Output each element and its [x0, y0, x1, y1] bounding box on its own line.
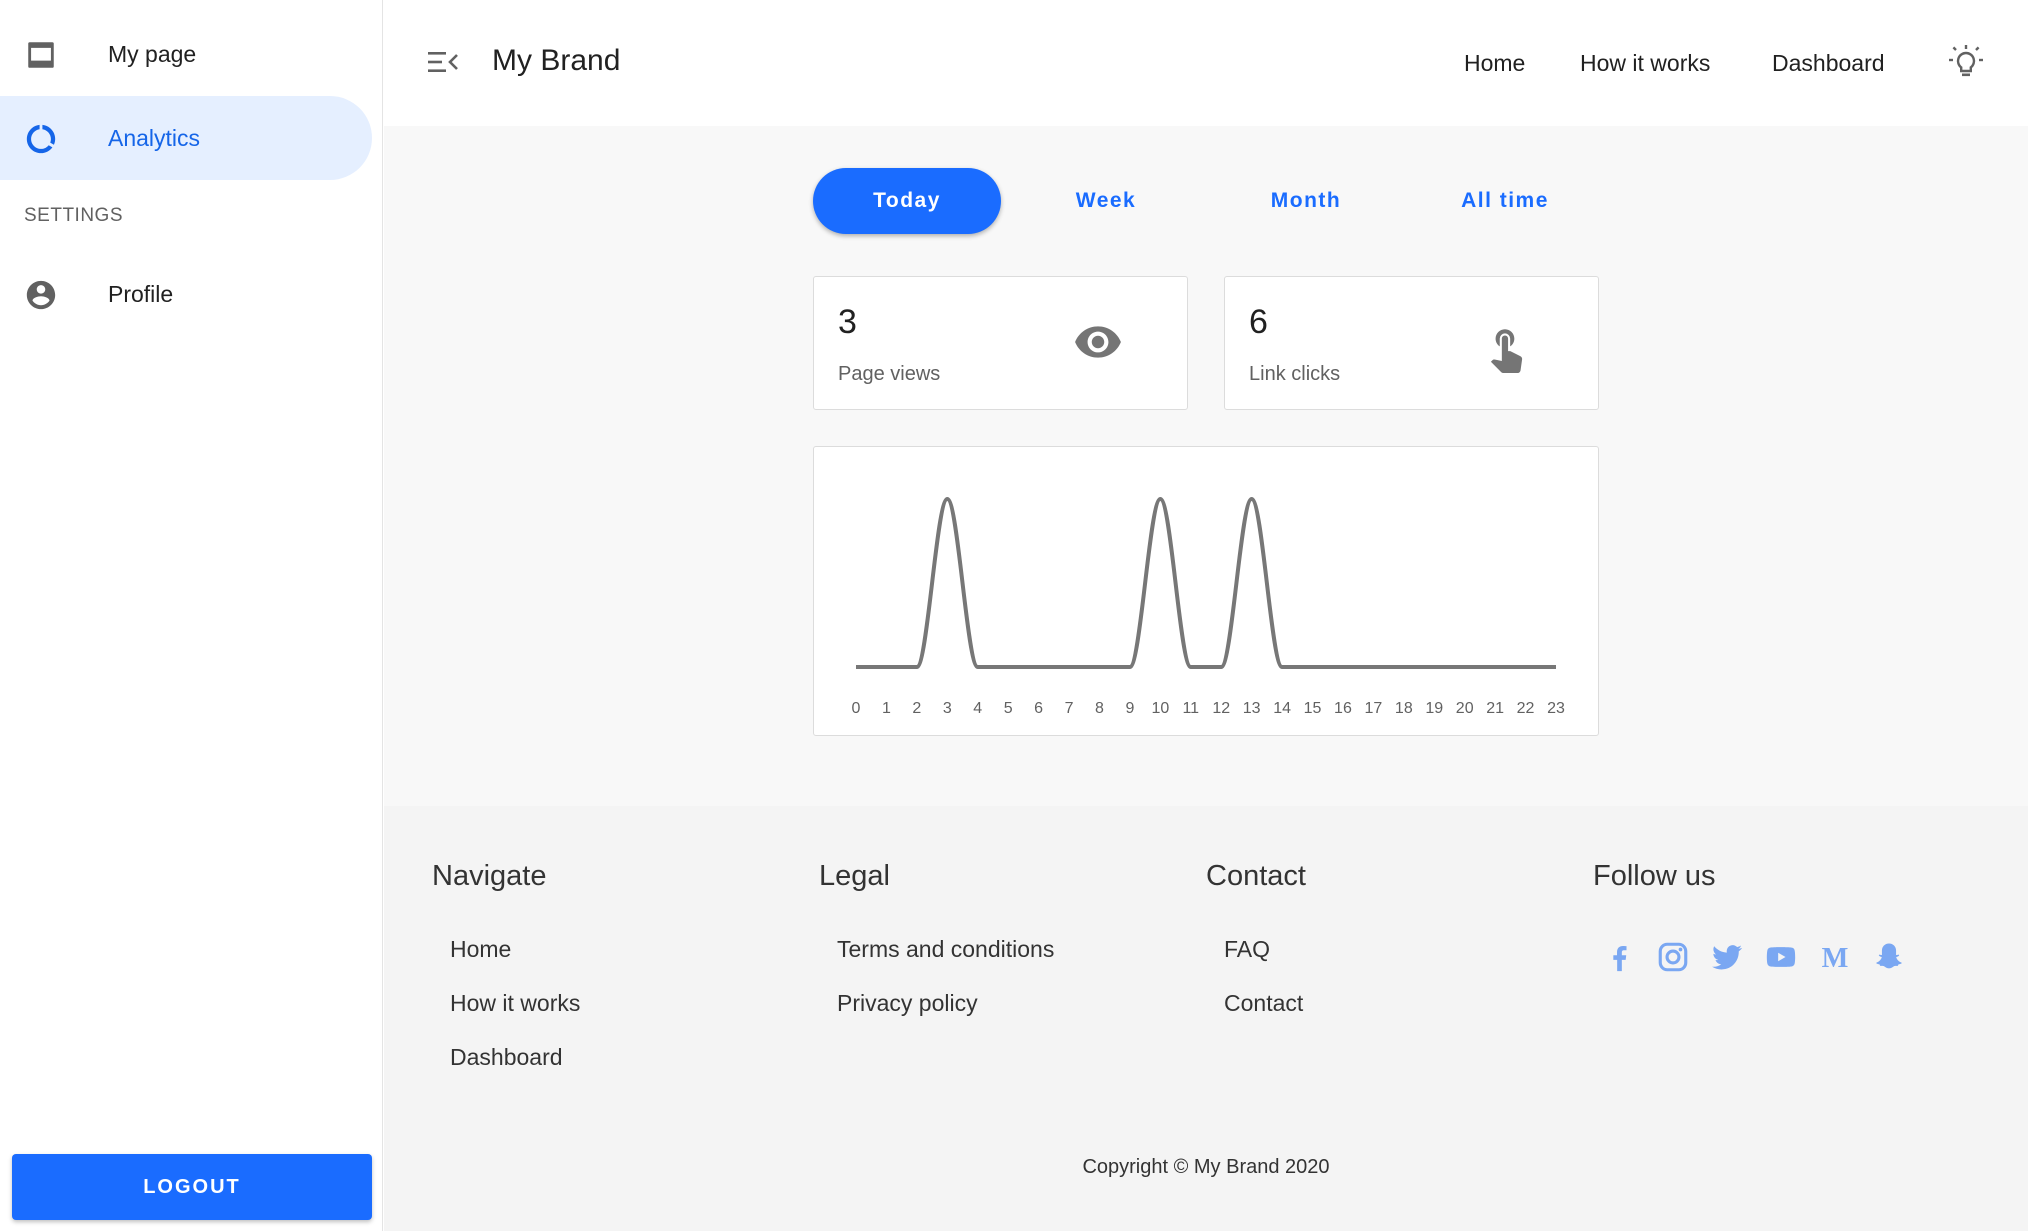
- eye-icon: [1075, 326, 1121, 358]
- snapchat-icon[interactable]: [1872, 940, 1906, 974]
- tab-month[interactable]: Month: [1212, 168, 1400, 234]
- nav-link-how-it-works[interactable]: How it works: [1580, 50, 1710, 77]
- tab-today[interactable]: Today: [813, 168, 1001, 234]
- sidebar-item-my-page[interactable]: My page: [0, 12, 372, 96]
- x-tick-label: 21: [1486, 700, 1504, 717]
- svg-text:M: M: [1822, 943, 1849, 974]
- x-tick-label: 23: [1547, 700, 1565, 717]
- sidebar: My page Analytics SETTINGS Profile LOGOU…: [0, 0, 383, 1231]
- top-app-bar: My Brand Home How it works Dashboard: [384, 0, 2028, 126]
- twitter-icon[interactable]: [1710, 940, 1744, 974]
- copyright-text: Copyright © My Brand 2020: [1082, 1156, 1330, 1178]
- sidebar-item-label: Analytics: [108, 124, 201, 151]
- page-icon: [28, 42, 54, 68]
- page-views-card: 3 Page views: [813, 276, 1188, 410]
- x-tick-label: 2: [912, 700, 921, 717]
- lightbulb-theme-icon[interactable]: [1946, 42, 1986, 82]
- instagram-icon[interactable]: [1656, 940, 1690, 974]
- line-chart: 0 1 2 3 4 5 6 7 8 9 10 11 12 13 14 15 16 17 18 19 20 21 22 23: [852, 497, 1565, 717]
- x-tick-label: 16: [1334, 700, 1352, 717]
- x-tick-label: 20: [1456, 700, 1474, 717]
- link-clicks-card: 6 Link clicks: [1224, 276, 1599, 410]
- x-tick-label: 22: [1517, 700, 1535, 717]
- nav-link-dashboard[interactable]: Dashboard: [1772, 50, 1885, 77]
- x-tick-label: 8: [1095, 700, 1104, 717]
- x-tick-label: 0: [852, 700, 861, 717]
- medium-icon[interactable]: M: [1818, 940, 1852, 974]
- x-tick-label: 15: [1304, 700, 1322, 717]
- brand-title: My Brand: [492, 44, 621, 77]
- x-tick-label: 14: [1273, 700, 1291, 717]
- touch-icon: [1490, 329, 1523, 373]
- facebook-icon[interactable]: [1602, 940, 1636, 974]
- footer-legal-heading: Legal: [819, 860, 890, 892]
- footer-contact-heading: Contact: [1206, 860, 1306, 892]
- analytics-icon: [26, 124, 56, 154]
- footer-link-contact[interactable]: Contact: [1224, 990, 1303, 1017]
- footer-link-home[interactable]: Home: [450, 936, 511, 963]
- sidebar-item-label: Profile: [108, 280, 174, 307]
- link-clicks-label: Link clicks: [1249, 363, 1341, 385]
- x-tick-label: 7: [1065, 700, 1074, 717]
- analytics-content: Today Week Month All time 3 Page views 6…: [384, 126, 2028, 806]
- x-tick-label: 5: [1004, 700, 1013, 717]
- x-tick-label: 19: [1425, 700, 1443, 717]
- footer-link-faq[interactable]: FAQ: [1224, 936, 1270, 963]
- link-clicks-count: 6: [1249, 303, 1268, 341]
- footer-navigate-heading: Navigate: [432, 860, 547, 892]
- x-tick-label: 4: [973, 700, 982, 717]
- nav-link-home[interactable]: Home: [1464, 50, 1525, 77]
- x-tick-label: 18: [1395, 700, 1413, 717]
- youtube-icon[interactable]: [1764, 940, 1798, 974]
- logout-button[interactable]: LOGOUT: [12, 1154, 372, 1220]
- x-tick-label: 3: [943, 700, 952, 717]
- footer: Navigate Home How it works Dashboard Leg…: [384, 806, 2028, 1231]
- series-line: [856, 497, 1556, 669]
- tab-week[interactable]: Week: [1012, 168, 1200, 234]
- x-tick-label: 1: [882, 700, 891, 717]
- page-views-count: 3: [838, 303, 857, 341]
- x-tick-label: 11: [1182, 700, 1199, 717]
- x-tick-label: 6: [1034, 700, 1043, 717]
- settings-section-heading: SETTINGS: [24, 205, 124, 226]
- footer-link-how-it-works[interactable]: How it works: [450, 990, 580, 1017]
- x-tick-label: 9: [1125, 700, 1134, 717]
- tab-all-time[interactable]: All time: [1411, 168, 1599, 234]
- menu-collapse-icon[interactable]: [428, 50, 458, 74]
- footer-link-dashboard[interactable]: Dashboard: [450, 1044, 563, 1071]
- x-tick-label: 17: [1364, 700, 1382, 717]
- sidebar-item-label: My page: [108, 40, 197, 67]
- sidebar-item-analytics[interactable]: Analytics: [0, 96, 372, 180]
- hourly-activity-chart: 0 1 2 3 4 5 6 7 8 9 10 11 12 13 14 15 16 17 18 19 20 21 22 23: [813, 446, 1599, 736]
- footer-link-privacy[interactable]: Privacy policy: [837, 990, 978, 1017]
- sidebar-item-profile[interactable]: Profile: [0, 252, 372, 336]
- x-tick-label: 10: [1151, 700, 1169, 717]
- x-tick-label: 12: [1212, 700, 1230, 717]
- footer-follow-heading: Follow us: [1593, 860, 1716, 892]
- page-views-label: Page views: [838, 363, 941, 385]
- account-circle-icon: [26, 280, 56, 310]
- footer-link-terms[interactable]: Terms and conditions: [837, 936, 1054, 963]
- x-tick-label: 13: [1243, 700, 1261, 717]
